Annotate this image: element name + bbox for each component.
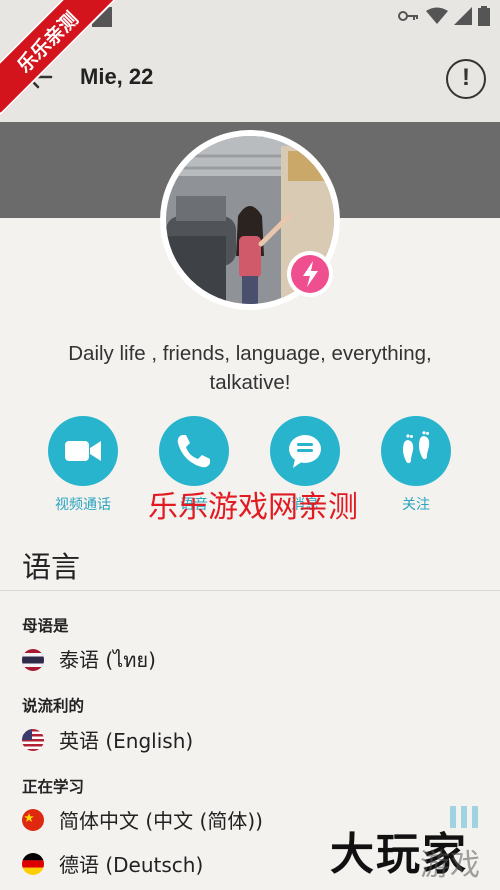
wifi-icon (426, 7, 448, 24)
native-language-heading: 母语是 (22, 617, 69, 635)
language-name: 英语 (English) (59, 729, 194, 753)
status-icons (398, 6, 490, 26)
language-item: 德语 (Deutsch) (22, 849, 203, 878)
watermark-ribbon: 乐乐亲测 (0, 0, 120, 120)
video-camera-icon (65, 441, 101, 461)
language-name: 泰语 (ไทย) (59, 648, 156, 672)
language-name: 简体中文 (中文 (简体)) (59, 809, 263, 833)
profile-bio: Daily life , friends, language, everythi… (68, 342, 432, 394)
key-icon (398, 11, 418, 21)
cellular-icon (454, 7, 472, 25)
lightning-icon (303, 261, 318, 287)
germany-flag-icon (22, 852, 44, 875)
languages-section-title: 语言 (22, 550, 81, 584)
language-item: 简体中文 (中文 (简体)) (22, 805, 263, 834)
boost-badge (287, 251, 333, 297)
follow-button[interactable]: 关注 (371, 416, 461, 514)
section-divider (0, 590, 500, 591)
china-flag-icon (22, 808, 44, 831)
video-call-label: 视频通话 (55, 497, 111, 513)
chat-bubble-icon (289, 435, 321, 468)
learning-language-heading: 正在学习 (22, 778, 85, 796)
thailand-flag-icon (22, 649, 44, 671)
ribbon-text: 乐乐亲测 (0, 0, 120, 116)
watermark-corner-subtext: 游戏 (420, 848, 480, 883)
language-item: 泰语 (ไทย) (22, 644, 156, 676)
language-name: 德语 (Deutsch) (59, 853, 204, 877)
video-call-button[interactable]: 视频通话 (38, 416, 128, 514)
phone-icon (177, 435, 210, 468)
follow-label: 关注 (402, 497, 430, 513)
language-item: 英语 (English) (22, 725, 193, 754)
battery-icon (478, 6, 490, 26)
watermark-text: 乐乐游戏网亲测 (148, 490, 358, 525)
footprints-icon (402, 431, 430, 464)
fluent-language-heading: 说流利的 (22, 697, 85, 715)
usa-flag-icon (22, 728, 44, 751)
report-icon[interactable]: ! (446, 59, 486, 99)
